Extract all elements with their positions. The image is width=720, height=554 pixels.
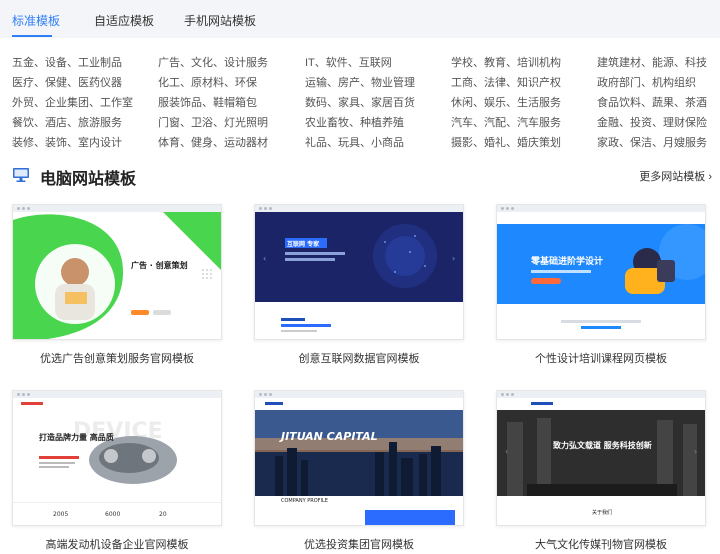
category-link[interactable]: 化工、原材料、环保 [158, 74, 257, 90]
category-link[interactable]: 门窗、卫浴、灯光照明 [158, 114, 268, 130]
template-thumbnail: ‹ › 致力弘文载道 服务科技创新 关于我们 [496, 390, 706, 526]
category-link[interactable]: 运输、房产、物业管理 [305, 74, 415, 90]
template-caption[interactable]: 高端发动机设备企业官网模板 [12, 536, 222, 552]
category-link[interactable]: 摄影、婚礼、婚庆策划 [451, 134, 561, 150]
stat-value: 6000 [105, 511, 120, 518]
thumb-headline: 打造品牌力量 高品质 [39, 432, 114, 442]
template-caption[interactable]: 大气文化传媒刊物官网模板 [496, 536, 706, 552]
category-link[interactable]: 装修、装饰、室内设计 [12, 134, 122, 150]
template-caption[interactable]: 个性设计培训课程网页模板 [496, 350, 706, 366]
template-thumbnail: COMPANY PROFILE JITUAN CAPITAL [254, 390, 464, 526]
svg-text:‹: ‹ [263, 254, 266, 263]
thumb-headline: 致力弘文载道 服务科技创新 [553, 440, 652, 450]
section-title: 电脑网站模板 [40, 171, 137, 188]
svg-text:‹: ‹ [505, 447, 508, 456]
svg-text:›: › [694, 447, 697, 456]
thumb-headline: JITUAN CAPITAL [279, 430, 378, 443]
category-link[interactable]: 餐饮、酒店、旅游服务 [12, 114, 122, 130]
category-link[interactable]: 家政、保洁、月嫂服务 [597, 134, 707, 150]
template-thumbnail: 广告 · 创意策划 [12, 204, 222, 340]
template-thumbnail: DEVICE 打造品牌力量 高品质 2005 6000 20 [12, 390, 222, 526]
category-link[interactable]: 医疗、保健、医药仪器 [12, 74, 122, 90]
template-thumbnail: 零基础进阶学设计 [496, 204, 706, 340]
stat-value: 20 [159, 511, 167, 518]
tab-responsive-template[interactable]: 自适应模板 [94, 12, 154, 29]
category-row: 医疗、保健、医药仪器 化工、原材料、环保 运输、房产、物业管理 工商、法律、知识… [0, 74, 720, 94]
category-link[interactable]: 广告、文化、设计服务 [158, 54, 268, 70]
thumb-subtext: 关于我们 [592, 509, 612, 516]
category-link[interactable]: 体育、健身、运动器材 [158, 134, 268, 150]
thumb-headline: 互联网 专家 [287, 240, 319, 248]
category-link[interactable]: 礼品、玩具、小商品 [305, 134, 404, 150]
category-link[interactable]: IT、软件、互联网 [305, 54, 392, 70]
category-link[interactable]: 金融、投资、理财保险 [597, 114, 707, 130]
section-header: 电脑网站模板 更多网站模板 › [12, 164, 712, 188]
category-link[interactable]: 数码、家具、家居百货 [305, 94, 415, 110]
template-caption[interactable]: 优选广告创意策划服务官网模板 [12, 350, 222, 366]
svg-text:›: › [452, 254, 455, 263]
category-row: 餐饮、酒店、旅游服务 门窗、卫浴、灯光照明 农业畜牧、种植养殖 汽车、汽配、汽车… [0, 114, 720, 134]
thumb-headline: 零基础进阶学设计 [530, 255, 603, 267]
template-tabs: 标准模板 自适应模板 手机网站模板 [0, 0, 720, 38]
category-link[interactable]: 工商、法律、知识产权 [451, 74, 561, 90]
tab-mobile-template[interactable]: 手机网站模板 [184, 12, 256, 29]
template-thumbnail: ‹ › 互联网 专家 [254, 204, 464, 340]
active-tab-indicator [12, 35, 52, 37]
thumb-headline: 广告 · 创意策划 [131, 260, 188, 270]
category-link[interactable]: 五金、设备、工业制品 [12, 54, 122, 70]
category-link[interactable]: 服装饰品、鞋帽箱包 [158, 94, 257, 110]
monitor-icon [12, 167, 30, 183]
category-row: 外贸、企业集团、工作室 服装饰品、鞋帽箱包 数码、家具、家居百货 休闲、娱乐、生… [0, 94, 720, 114]
stat-value: 2005 [53, 511, 68, 518]
category-link[interactable]: 建筑建材、能源、科技 [597, 54, 707, 70]
category-link[interactable]: 政府部门、机构组织 [597, 74, 696, 90]
category-link[interactable]: 农业畜牧、种植养殖 [305, 114, 404, 130]
category-link[interactable]: 学校、教育、培训机构 [451, 54, 561, 70]
category-link[interactable]: 食品饮料、蔬果、茶酒 [597, 94, 707, 110]
category-row: 装修、装饰、室内设计 体育、健身、运动器材 礼品、玩具、小商品 摄影、婚礼、婚庆… [0, 134, 720, 154]
more-templates-link[interactable]: 更多网站模板 › [639, 168, 712, 184]
template-caption[interactable]: 创意互联网数据官网模板 [254, 350, 464, 366]
category-link[interactable]: 汽车、汽配、汽车服务 [451, 114, 561, 130]
thumb-subtext: COMPANY PROFILE [281, 498, 328, 504]
template-caption[interactable]: 优选投资集团官网模板 [254, 536, 464, 552]
category-link[interactable]: 外贸、企业集团、工作室 [12, 94, 133, 110]
category-link[interactable]: 休闲、娱乐、生活服务 [451, 94, 561, 110]
tab-standard-template[interactable]: 标准模板 [12, 12, 60, 29]
category-row: 五金、设备、工业制品 广告、文化、设计服务 IT、软件、互联网 学校、教育、培训… [0, 54, 720, 74]
